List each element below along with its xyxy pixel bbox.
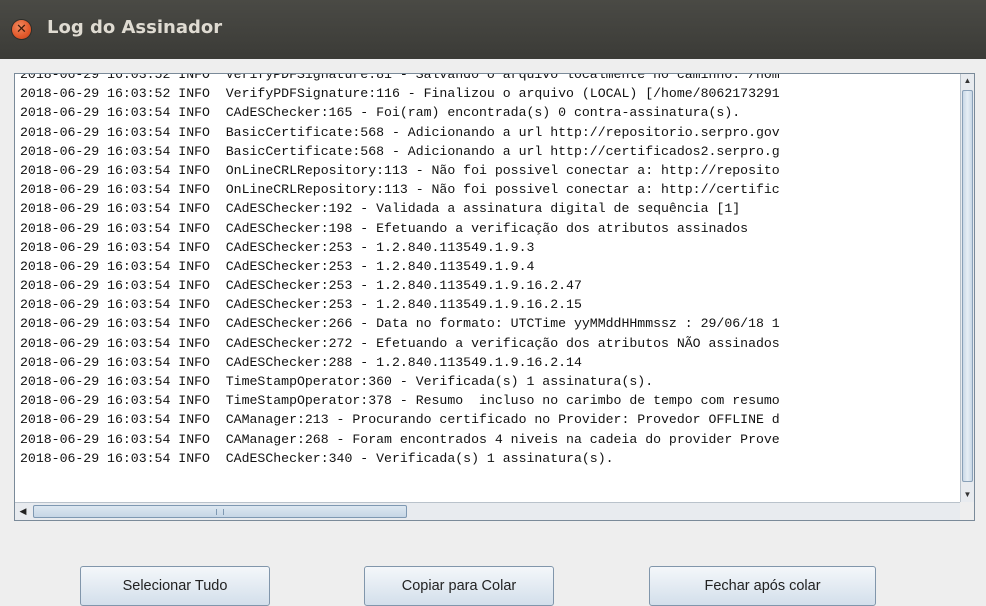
- log-lines: 2018-06-29 16:03:52 INFO VerifyPDFSignat…: [20, 74, 780, 468]
- scroll-left-icon[interactable]: ◀: [15, 503, 31, 520]
- scroll-up-icon[interactable]: ▲: [961, 74, 974, 88]
- log-line: 2018-06-29 16:03:54 INFO CAdESChecker:25…: [20, 297, 582, 313]
- close-icon[interactable]: ✕: [12, 20, 31, 39]
- log-line: 2018-06-29 16:03:54 INFO OnLineCRLReposi…: [20, 182, 780, 198]
- close-after-paste-label: Fechar após colar: [704, 578, 821, 594]
- scroll-down-icon[interactable]: ▼: [961, 488, 974, 502]
- log-line: 2018-06-29 16:03:54 INFO OnLineCRLReposi…: [20, 162, 780, 178]
- log-line: 2018-06-29 16:03:54 INFO CAdESChecker:25…: [20, 258, 535, 274]
- log-line: 2018-06-29 16:03:54 INFO CAdESChecker:25…: [20, 278, 582, 294]
- vertical-scroll-thumb[interactable]: [962, 90, 973, 482]
- log-line: 2018-06-29 16:03:54 INFO CAdESChecker:16…: [20, 105, 741, 121]
- log-text-area[interactable]: 2018-06-29 16:03:52 INFO VerifyPDFSignat…: [15, 74, 960, 502]
- vertical-scrollbar[interactable]: ▲ ▼: [960, 74, 974, 502]
- log-line: 2018-06-29 16:03:54 INFO CAdESChecker:27…: [20, 335, 780, 351]
- log-line: 2018-06-29 16:03:54 INFO CAdESChecker:34…: [20, 450, 614, 466]
- log-line: 2018-06-29 16:03:54 INFO TimeStampOperat…: [20, 393, 780, 409]
- select-all-label: Selecionar Tudo: [122, 578, 228, 594]
- copy-to-paste-label: Copiar para Colar: [401, 578, 517, 594]
- log-line: 2018-06-29 16:03:54 INFO CAdESChecker:19…: [20, 220, 749, 236]
- log-line: 2018-06-29 16:03:54 INFO CAdESChecker:25…: [20, 239, 535, 255]
- log-scroll-pane: 2018-06-29 16:03:52 INFO VerifyPDFSignat…: [14, 73, 975, 521]
- log-line: 2018-06-29 16:03:54 INFO CAManager:213 -…: [20, 412, 780, 428]
- close-after-paste-button[interactable]: Fechar após colar: [649, 566, 876, 606]
- scroll-grip-icon: [216, 509, 224, 515]
- title-bar: ✕ Log do Assinador: [0, 0, 986, 59]
- horizontal-scroll-thumb[interactable]: [33, 505, 407, 518]
- window-title: Log do Assinador: [47, 17, 223, 38]
- scrollbar-corner: [960, 502, 974, 520]
- copy-to-paste-button[interactable]: Copiar para Colar: [364, 566, 554, 606]
- log-line: 2018-06-29 16:03:54 INFO CAdESChecker:28…: [20, 354, 582, 370]
- log-line: 2018-06-29 16:03:52 INFO VerifyPDFSignat…: [20, 74, 780, 82]
- log-line: 2018-06-29 16:03:54 INFO TimeStampOperat…: [20, 374, 654, 389]
- log-line: 2018-06-29 16:03:54 INFO CAdESChecker:19…: [20, 201, 741, 217]
- log-line: 2018-06-29 16:03:54 INFO CAManager:268 -…: [20, 431, 780, 447]
- log-line: 2018-06-29 16:03:52 INFO VerifyPDFSignat…: [20, 86, 780, 102]
- log-line: 2018-06-29 16:03:54 INFO BasicCertificat…: [20, 124, 780, 140]
- select-all-button[interactable]: Selecionar Tudo: [80, 566, 270, 606]
- horizontal-scrollbar[interactable]: ◀ ▶: [15, 502, 974, 520]
- log-line: 2018-06-29 16:03:54 INFO BasicCertificat…: [20, 143, 780, 159]
- log-line: 2018-06-29 16:03:54 INFO CAdESChecker:26…: [20, 316, 780, 332]
